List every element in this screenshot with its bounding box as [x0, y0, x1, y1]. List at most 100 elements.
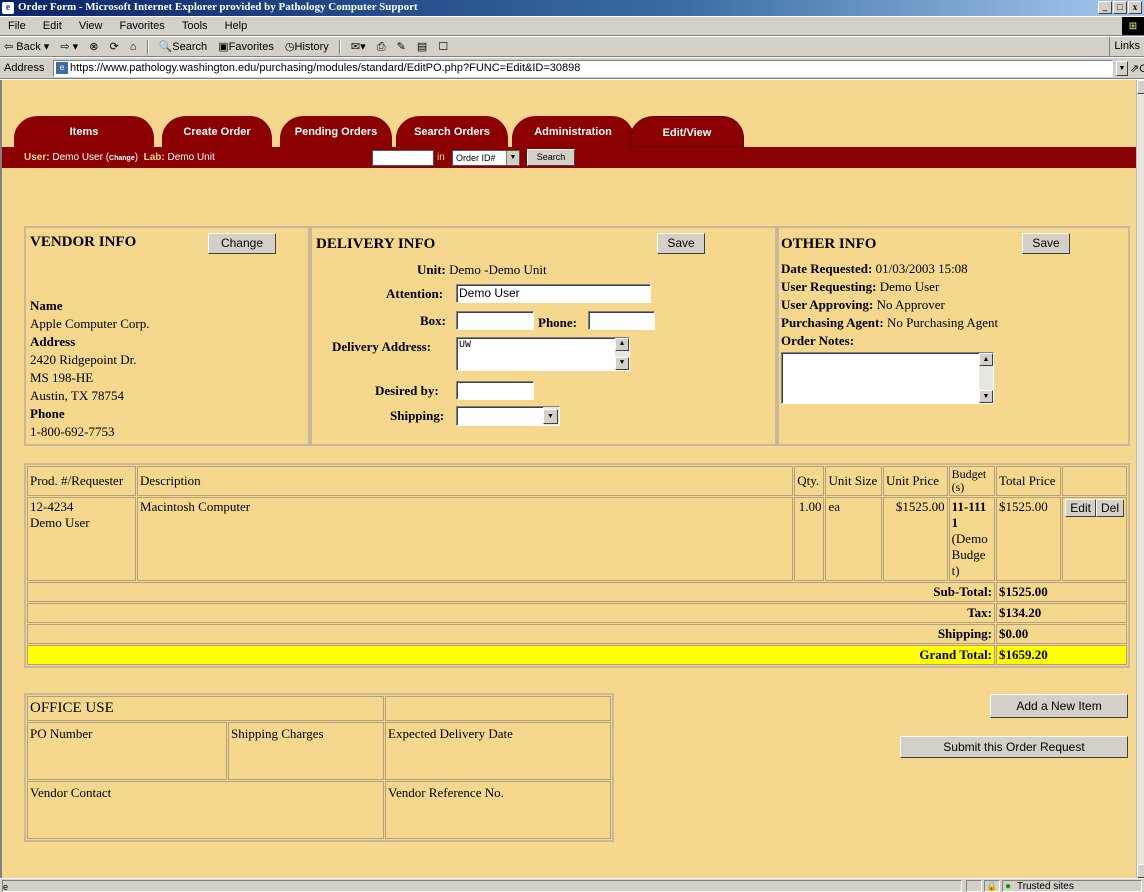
vendor-address-line: Austin, TX 78754	[30, 388, 125, 403]
scroll-up-icon[interactable]: ▲	[615, 338, 629, 351]
office-use-table: OFFICE USE PO Number Shipping Charges Ex…	[24, 693, 614, 842]
vendor-info-panel: VENDOR INFO Change Name Apple Computer C…	[24, 226, 310, 446]
user-requesting-value: Demo User	[879, 279, 940, 294]
unit-value: Demo -Demo Unit	[449, 262, 547, 277]
discuss-icon[interactable]: ▤	[413, 37, 431, 53]
tab-search-orders[interactable]: Search Orders	[396, 116, 508, 147]
menu-edit[interactable]: Edit	[35, 17, 68, 32]
edit-item-button[interactable]: Edit	[1065, 499, 1096, 517]
delete-item-button[interactable]: Del	[1095, 499, 1124, 517]
grand-total-value: $1659.20	[996, 645, 1127, 665]
page-scrollbar[interactable]	[1136, 80, 1144, 878]
phone-input[interactable]	[588, 311, 655, 330]
delivery-info-heading: DELIVERY INFO	[316, 236, 436, 252]
delivery-info-panel: DELIVERY INFO Save Unit: Demo -Demo Unit…	[310, 226, 777, 446]
submit-order-button[interactable]: Submit this Order Request	[900, 736, 1128, 758]
window-title: Order Form - Microsoft Internet Explorer…	[18, 1, 418, 13]
edit-page-icon[interactable]: ✎	[393, 37, 410, 53]
delivery-save-button[interactable]: Save	[657, 233, 705, 254]
tab-edit-view[interactable]: Edit/View	[630, 116, 744, 147]
user-name: Demo User	[52, 152, 103, 163]
lab-label: Lab:	[143, 152, 165, 163]
item-description: Macintosh Computer	[137, 497, 794, 581]
shipping-total-label: Shipping:	[27, 624, 996, 644]
order-search-input[interactable]	[372, 150, 434, 166]
column-header: Unit Size	[825, 466, 882, 496]
menu-bar: File Edit View Favorites Tools Help ⊞	[0, 16, 1144, 36]
back-button[interactable]: ⇦ Back ▾	[0, 37, 53, 53]
url-field[interactable]: e https://www.pathology.washington.edu/p…	[53, 60, 1113, 77]
tab-pending-orders[interactable]: Pending Orders	[280, 116, 392, 147]
scroll-up-icon[interactable]: ▲	[979, 353, 993, 366]
close-button[interactable]: x	[1128, 1, 1142, 14]
address-dropdown-icon[interactable]: ▼	[1116, 61, 1128, 76]
menu-file[interactable]: File	[0, 17, 32, 32]
vendor-name-label: Name	[30, 298, 63, 313]
order-notes-textarea[interactable]: ▲ ▼	[781, 352, 994, 404]
menu-tools[interactable]: Tools	[174, 17, 214, 32]
attention-input[interactable]: Demo User	[456, 284, 651, 303]
search-orders-button[interactable]: Search	[527, 149, 575, 166]
scroll-down-icon[interactable]	[1137, 864, 1144, 878]
item-unit-price: $1525.00	[883, 497, 948, 581]
subtotal-row: Sub-Total: $1525.00	[27, 582, 1127, 602]
page-viewport: Items Create Order Pending Orders Search…	[0, 80, 1136, 878]
messenger-icon[interactable]: ☐	[434, 37, 452, 53]
print-icon[interactable]: ⎙	[373, 38, 390, 54]
grand-total-row: Grand Total: $1659.20	[27, 645, 1127, 665]
vendor-reference-label: Vendor Reference No.	[385, 781, 611, 839]
column-header: Prod. #/Requester	[27, 466, 137, 496]
vendor-change-button[interactable]: Change	[208, 233, 276, 254]
search-field-select[interactable]: Order ID# ▼	[452, 150, 520, 166]
tab-items[interactable]: Items	[14, 116, 154, 147]
tax-value: $134.20	[996, 603, 1127, 623]
change-user-link[interactable]: Change	[109, 155, 135, 162]
links-button[interactable]: Links	[1109, 37, 1144, 56]
security-zone: ● Trusted sites	[1002, 880, 1142, 892]
mail-icon[interactable]: ✉▾	[347, 37, 370, 53]
tab-administration[interactable]: Administration	[512, 116, 634, 147]
delivery-address-textarea[interactable]: UW ▲ ▼	[456, 337, 630, 371]
home-icon[interactable]: ⌂	[126, 38, 141, 53]
table-header-row: Prod. #/Requester Description Qty. Unit …	[27, 466, 1127, 496]
column-header: Description	[137, 466, 794, 496]
item-total-price: $1525.00	[996, 497, 1061, 581]
menu-view[interactable]: View	[71, 17, 109, 32]
scroll-down-icon[interactable]: ▼	[979, 390, 993, 403]
grand-total-label: Grand Total:	[27, 645, 996, 665]
go-button[interactable]: ⇗Go	[1130, 62, 1144, 75]
trusted-sites-icon: ●	[1005, 881, 1012, 892]
shipping-select[interactable]: ▼	[456, 406, 560, 426]
refresh-icon[interactable]: ⟳	[106, 37, 123, 53]
chevron-down-icon: ▼	[543, 409, 558, 424]
subtotal-label: Sub-Total:	[27, 582, 996, 602]
delivery-address-label: Delivery Address:	[332, 339, 432, 354]
box-label: Box:	[420, 313, 446, 328]
date-requested-label: Date Requested:	[781, 261, 873, 276]
minimize-button[interactable]: _	[1098, 1, 1112, 14]
box-input[interactable]	[456, 311, 534, 330]
other-save-button[interactable]: Save	[1022, 233, 1070, 254]
menu-favorites[interactable]: Favorites	[112, 17, 171, 32]
history-button[interactable]: ◷History	[281, 37, 333, 53]
windows-logo-icon: ⊞	[1122, 17, 1144, 35]
address-bar: Address e https://www.pathology.washingt…	[0, 57, 1144, 79]
page-icon: e	[56, 62, 68, 74]
search-icon: 🔍	[158, 41, 173, 53]
tax-label: Tax:	[27, 603, 996, 623]
add-new-item-button[interactable]: Add a New Item	[990, 694, 1128, 718]
shipping-value: $0.00	[996, 624, 1127, 644]
desired-by-input[interactable]	[456, 381, 534, 400]
stop-icon[interactable]: ⊗	[85, 37, 102, 53]
tab-create-order[interactable]: Create Order	[162, 116, 272, 147]
scroll-down-icon[interactable]: ▼	[615, 357, 629, 370]
favorites-button[interactable]: ▣Favorites	[214, 37, 278, 53]
shipping-charges-label: Shipping Charges	[228, 722, 384, 780]
forward-button[interactable]: ⇨ ▾	[56, 37, 82, 53]
menu-help[interactable]: Help	[217, 17, 254, 32]
maximize-button[interactable]: □	[1113, 1, 1127, 14]
column-header: Unit Price	[883, 466, 948, 496]
scroll-up-icon[interactable]	[1137, 80, 1144, 94]
date-requested-value: 01/03/2003 15:08	[875, 261, 968, 276]
search-button[interactable]: 🔍Search	[155, 37, 212, 53]
